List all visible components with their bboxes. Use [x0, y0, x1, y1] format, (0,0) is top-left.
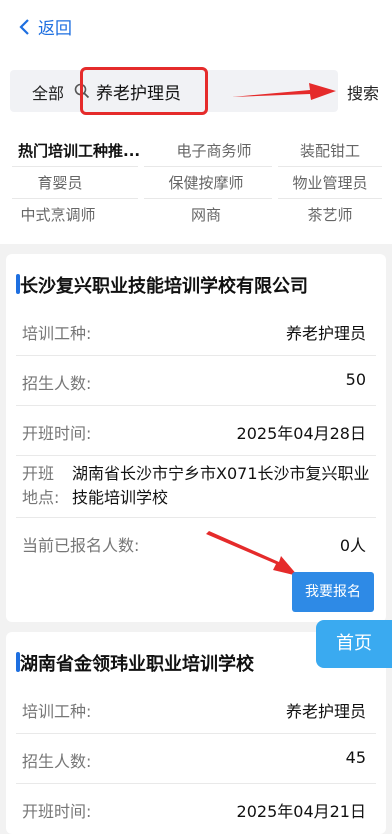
divider — [278, 166, 382, 167]
address-value: 湖南省长沙市宁乡市X071长沙市复兴职业技能培训学校 — [72, 464, 370, 507]
enroll-button[interactable]: 我要报名 — [292, 572, 374, 612]
tag-item[interactable]: 茶艺师 — [278, 200, 382, 230]
address-label: 开班地点: — [22, 464, 60, 507]
row-label: 培训工种: — [22, 324, 92, 343]
info-row: 开班时间: 2025年04月21日 — [16, 784, 376, 832]
row-value: 45 — [345, 748, 366, 767]
hot-tags-panel: 热门培训工种推... 电子商务师 装配钳工 育婴员 保健按摩师 物业管理员 中式… — [0, 126, 392, 244]
row-value: 2025年04月21日 — [236, 802, 366, 821]
tag-item[interactable]: 育婴员 — [12, 168, 108, 198]
row-label: 招生人数: — [22, 752, 92, 771]
enrolled-row: 当前已报名人数: 0人 — [16, 518, 376, 568]
tag-item[interactable]: 物业管理员 — [278, 168, 382, 198]
tag-item[interactable]: 网商 — [140, 200, 272, 230]
tag-item[interactable]: 电子商务师 — [150, 136, 278, 166]
top-bar: 返回 — [0, 0, 392, 54]
row-value: 养老护理员 — [285, 324, 366, 343]
enrolled-value: 0人 — [339, 536, 366, 555]
divider — [144, 198, 272, 199]
divider — [278, 198, 382, 199]
search-button[interactable]: 搜索 — [347, 80, 379, 104]
search-scope[interactable]: 全部 — [32, 80, 64, 104]
tag-item[interactable]: 装配钳工 — [280, 136, 380, 166]
divider — [12, 198, 138, 199]
back-label: 返回 — [38, 19, 72, 39]
annotation-highlight-box — [80, 67, 208, 115]
info-row: 招生人数: 50 — [16, 356, 376, 406]
tag-item[interactable]: 中式烹调师 — [10, 200, 106, 230]
chevron-left-icon — [19, 18, 29, 35]
back-button[interactable]: 返回 — [18, 14, 72, 39]
address-row: 开班地点: 湖南省长沙市宁乡市X071长沙市复兴职业技能培训学校 — [16, 456, 376, 518]
row-label: 开班时间: — [22, 802, 92, 821]
annotation-arrow-icon — [232, 83, 336, 100]
info-row: 招生人数: 45 — [16, 734, 376, 784]
info-row: 培训工种: 养老护理员 — [16, 684, 376, 734]
divider — [144, 166, 272, 167]
hot-tags-label[interactable]: 热门培训工种推... — [18, 136, 152, 166]
row-label: 培训工种: — [22, 702, 92, 721]
school-name: 长沙复兴职业技能培训学校有限公司 — [20, 276, 308, 297]
tag-item[interactable]: 保健按摩师 — [140, 168, 272, 198]
home-button[interactable]: 首页 — [316, 620, 392, 668]
card-body: 长沙复兴职业技能培训学校有限公司 培训工种: 养老护理员 招生人数: 50 开班… — [6, 254, 386, 622]
divider — [12, 166, 138, 167]
row-value: 50 — [345, 370, 366, 389]
row-label: 招生人数: — [22, 374, 92, 393]
enrolled-label: 当前已报名人数: — [22, 536, 140, 555]
school-card: 长沙复兴职业技能培训学校有限公司 培训工种: 养老护理员 招生人数: 50 开班… — [0, 254, 392, 622]
info-row: 培训工种: 养老护理员 — [16, 306, 376, 356]
info-row: 开班时间: 2025年04月28日 — [16, 406, 376, 456]
row-value: 2025年04月28日 — [236, 424, 366, 443]
school-name: 湖南省金领玮业职业培训学校 — [20, 654, 254, 675]
row-value: 养老护理员 — [285, 702, 366, 721]
annotation-arrow-icon — [206, 531, 298, 576]
row-label: 开班时间: — [22, 424, 92, 443]
